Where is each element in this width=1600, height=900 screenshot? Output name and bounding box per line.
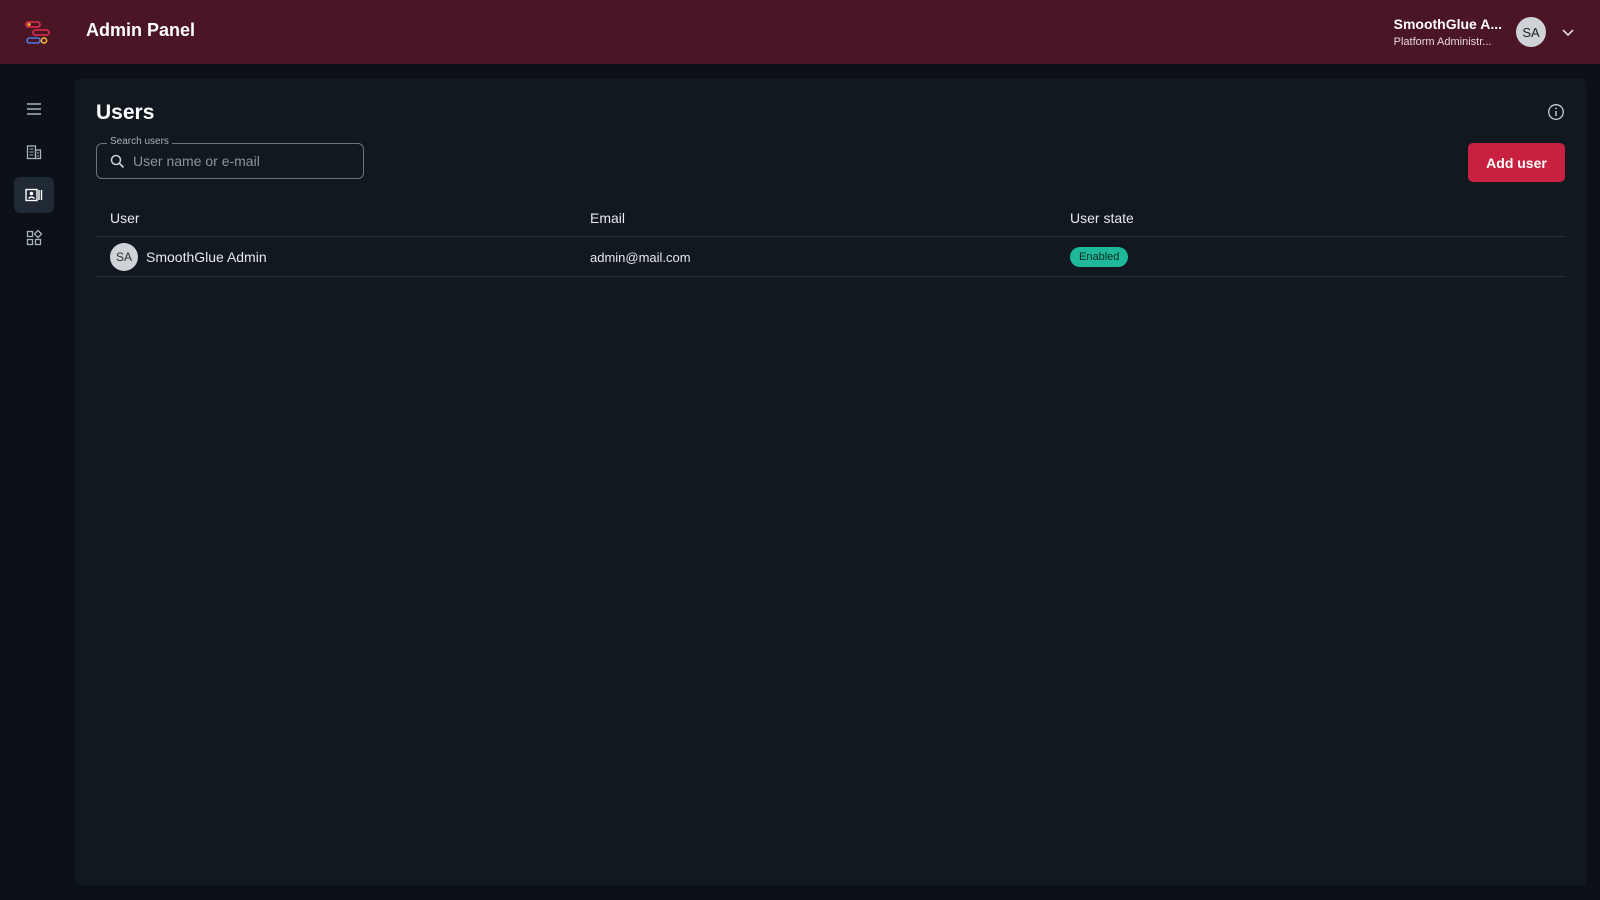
chevron-down-icon[interactable]: [1560, 24, 1576, 40]
search-input[interactable]: [133, 150, 353, 172]
user-cell: SA SmoothGlue Admin: [110, 237, 267, 277]
avatar[interactable]: SA: [1516, 17, 1546, 47]
status-badge: Enabled: [1070, 247, 1129, 267]
users-card-icon: [25, 188, 43, 202]
sidebar: [0, 64, 72, 900]
table-header: User Email User state: [96, 201, 1565, 237]
column-header-user-state[interactable]: User state: [1070, 210, 1134, 226]
user-menu[interactable]: SmoothGlue A... Platform Administr... SA: [1394, 0, 1576, 64]
sidebar-menu-toggle[interactable]: [14, 91, 54, 127]
table-row[interactable]: SA SmoothGlue Admin admin@mail.com Enabl…: [96, 237, 1565, 277]
search-label: Search users: [107, 136, 172, 147]
building-icon: [26, 145, 42, 160]
column-header-user[interactable]: User: [110, 210, 140, 226]
sidebar-item-organizations[interactable]: [14, 134, 54, 170]
add-user-button[interactable]: Add user: [1468, 143, 1565, 182]
sidebar-item-users[interactable]: [14, 177, 54, 213]
main-panel: Users Search users Add user User Email U…: [75, 79, 1586, 885]
app-title: Admin Panel: [86, 20, 196, 40]
app-logo-icon[interactable]: [24, 18, 52, 46]
search-field[interactable]: Search users: [96, 136, 364, 179]
user-name-cell[interactable]: SmoothGlue Admin: [146, 249, 267, 265]
user-info[interactable]: SmoothGlue A... Platform Administr...: [1394, 16, 1502, 48]
search-icon: [110, 154, 125, 169]
apps-grid-icon: [26, 230, 42, 246]
email-cell: admin@mail.com: [590, 249, 691, 265]
sidebar-item-apps[interactable]: [14, 220, 54, 256]
users-table: User Email User state SA SmoothGlue Admi…: [96, 201, 1565, 277]
info-icon[interactable]: [1547, 103, 1565, 121]
menu-icon: [27, 103, 41, 115]
avatar: SA: [110, 243, 138, 271]
column-header-email[interactable]: Email: [590, 210, 625, 226]
page-title: Users: [96, 101, 155, 124]
top-bar: Admin Panel SmoothGlue A... Platform Adm…: [0, 0, 1600, 64]
user-state-cell: Enabled: [1070, 237, 1129, 277]
user-name: SmoothGlue A...: [1393, 16, 1502, 32]
user-role: Platform Administr...: [1393, 36, 1492, 48]
